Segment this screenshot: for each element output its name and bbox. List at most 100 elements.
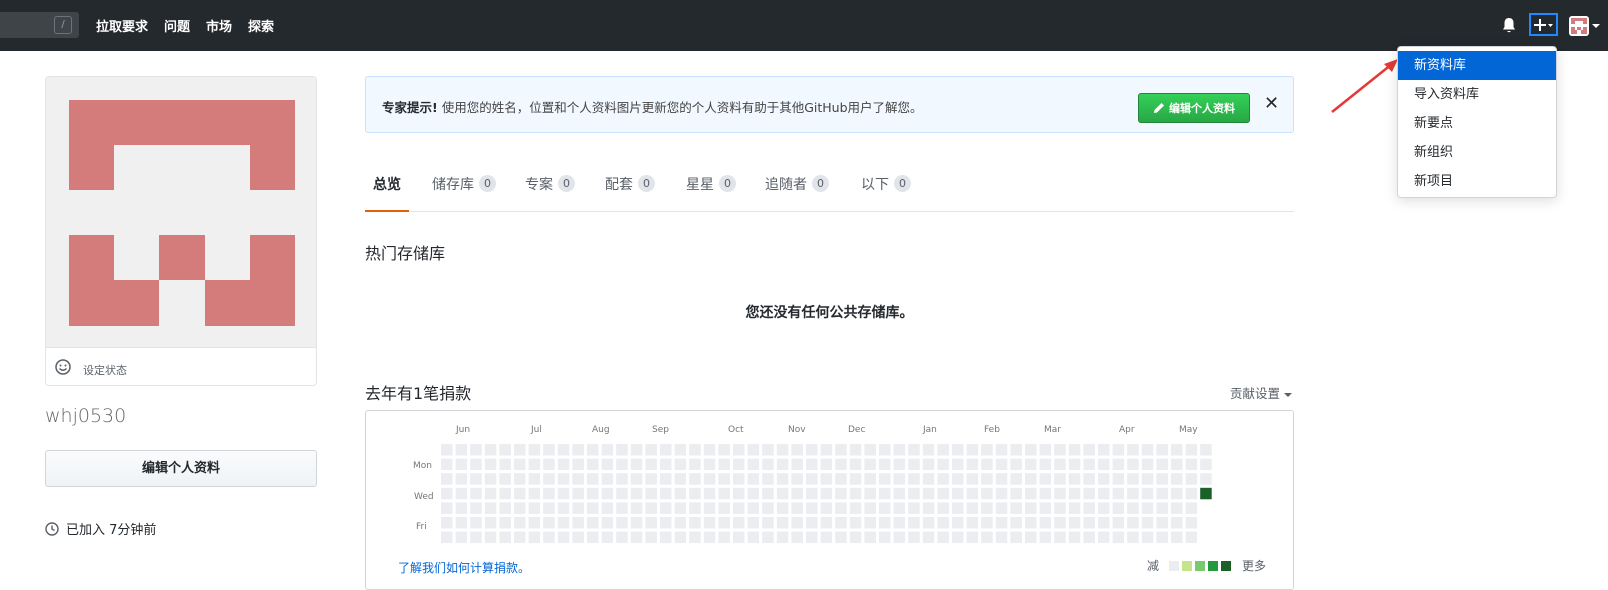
contribution-day[interactable] (1098, 502, 1110, 514)
contribution-day[interactable] (689, 473, 701, 485)
close-icon[interactable]: ✕ (1264, 93, 1279, 114)
contribution-day[interactable] (616, 487, 628, 500)
contribution-day[interactable] (922, 473, 935, 485)
contribution-day[interactable] (674, 473, 687, 485)
contribution-day[interactable] (966, 473, 979, 485)
contribution-day[interactable] (981, 502, 993, 514)
contribution-day[interactable] (587, 444, 599, 456)
contribution-day[interactable] (1025, 473, 1037, 485)
contribution-day[interactable] (718, 517, 730, 529)
contribution-day[interactable] (1054, 502, 1066, 514)
contribution-day[interactable] (572, 502, 584, 514)
contribution-day[interactable] (645, 458, 657, 471)
contribution-day[interactable] (557, 444, 570, 456)
contribution-day[interactable] (922, 444, 935, 456)
contribution-day[interactable] (849, 487, 862, 500)
contribution-day[interactable] (806, 487, 818, 500)
contribution-day[interactable] (601, 473, 614, 485)
contribution-day[interactable] (1200, 487, 1212, 500)
contribution-day[interactable] (557, 487, 570, 500)
contribution-day[interactable] (674, 517, 687, 529)
menu-new-repository[interactable]: 新资料库 (1398, 51, 1556, 80)
contribution-day[interactable] (879, 487, 891, 500)
contribution-day[interactable] (660, 444, 672, 456)
contribution-day[interactable] (1112, 517, 1125, 529)
tip-edit-profile-button[interactable]: 编辑个人资料 (1138, 93, 1250, 123)
nav-marketplace[interactable]: 市场 (206, 16, 232, 35)
contribution-day[interactable] (1127, 502, 1139, 514)
contribution-day[interactable] (543, 517, 555, 529)
contribution-day[interactable] (1112, 473, 1125, 485)
contribution-day[interactable] (455, 517, 468, 529)
contribution-day[interactable] (1039, 458, 1052, 471)
contribution-day[interactable] (733, 458, 745, 471)
contribution-day[interactable] (1185, 517, 1198, 529)
contribution-day[interactable] (499, 531, 511, 544)
contribution-day[interactable] (645, 502, 657, 514)
contribution-day[interactable] (937, 444, 949, 456)
contribution-day[interactable] (1025, 517, 1037, 529)
contribution-day[interactable] (1127, 458, 1139, 471)
contribution-day[interactable] (601, 487, 614, 500)
contribution-day[interactable] (820, 458, 833, 471)
contribution-day[interactable] (616, 458, 628, 471)
contribution-day[interactable] (922, 458, 935, 471)
contribution-day[interactable] (937, 487, 949, 500)
contribution-day[interactable] (543, 444, 555, 456)
contribution-day[interactable] (1185, 473, 1198, 485)
contribution-day[interactable] (601, 458, 614, 471)
contribution-day[interactable] (689, 531, 701, 544)
contribution-day[interactable] (806, 502, 818, 514)
contribution-day[interactable] (747, 473, 760, 485)
contribution-day[interactable] (864, 473, 876, 485)
contribution-day[interactable] (879, 444, 891, 456)
contribution-day[interactable] (937, 473, 949, 485)
contribution-day[interactable] (776, 531, 789, 544)
contribution-day[interactable] (747, 502, 760, 514)
contribution-day[interactable] (908, 473, 920, 485)
contribution-day[interactable] (1156, 502, 1168, 514)
contribution-day[interactable] (791, 458, 803, 471)
tab-following[interactable]: 以下 0 (861, 172, 911, 212)
contribution-day[interactable] (1083, 531, 1095, 544)
contribution-day[interactable] (645, 531, 657, 544)
contribution-day[interactable] (849, 502, 862, 514)
user-avatar-menu[interactable] (1569, 16, 1589, 36)
contribution-day[interactable] (587, 502, 599, 514)
contribution-day[interactable] (1054, 444, 1066, 456)
contribution-day[interactable] (791, 531, 803, 544)
contribution-day[interactable] (952, 502, 964, 514)
contribution-day[interactable] (484, 473, 497, 485)
contribution-day[interactable] (1025, 502, 1037, 514)
contribution-day[interactable] (1068, 517, 1081, 529)
contribution-day[interactable] (528, 473, 541, 485)
contribution-day[interactable] (674, 531, 687, 544)
contribution-day[interactable] (499, 444, 511, 456)
contribution-day[interactable] (441, 458, 453, 471)
contribution-day[interactable] (630, 444, 643, 456)
contribution-day[interactable] (835, 531, 847, 544)
set-status-bar[interactable]: 设定状态 (46, 347, 316, 385)
contribution-day[interactable] (776, 444, 789, 456)
contribution-day[interactable] (1185, 444, 1198, 456)
contribution-day[interactable] (572, 487, 584, 500)
contribution-day[interactable] (718, 487, 730, 500)
contribution-day[interactable] (952, 473, 964, 485)
contribution-day[interactable] (1141, 444, 1154, 456)
contribution-day[interactable] (820, 473, 833, 485)
contribution-day[interactable] (1068, 473, 1081, 485)
contribution-day[interactable] (762, 458, 774, 471)
contribution-day[interactable] (1054, 458, 1066, 471)
contribution-day[interactable] (806, 531, 818, 544)
contribution-day[interactable] (499, 517, 511, 529)
contribution-day[interactable] (630, 458, 643, 471)
contribution-day[interactable] (514, 458, 526, 471)
contribution-day[interactable] (543, 487, 555, 500)
contribution-day[interactable] (981, 531, 993, 544)
contribution-day[interactable] (470, 458, 482, 471)
contribution-day[interactable] (995, 458, 1008, 471)
contribution-day[interactable] (514, 531, 526, 544)
contribution-day[interactable] (689, 517, 701, 529)
contribution-day[interactable] (733, 531, 745, 544)
tab-overview[interactable]: 总览 (365, 172, 409, 212)
